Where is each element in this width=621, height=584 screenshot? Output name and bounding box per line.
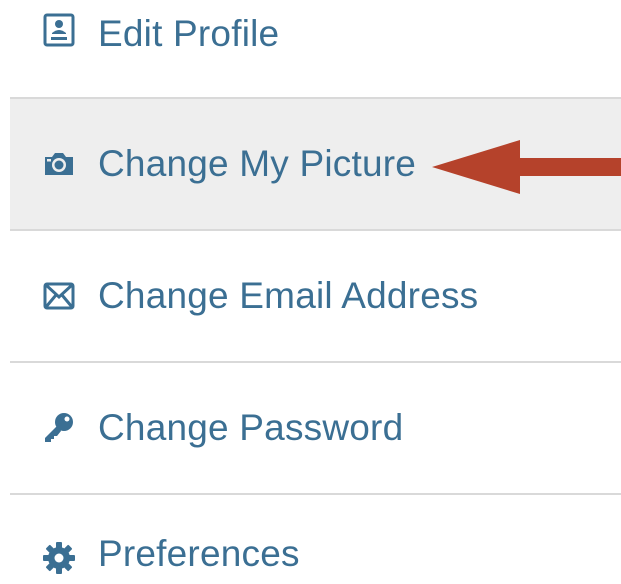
menu-item-label: Change Email Address	[98, 275, 479, 316]
account-settings-menu: Edit Profile Change My Picture Change Em…	[10, 0, 621, 581]
menu-item-change-password[interactable]: Change Password	[10, 363, 621, 495]
gear-icon	[42, 541, 76, 575]
menu-item-preferences[interactable]: Preferences	[10, 495, 621, 581]
key-icon	[42, 411, 76, 445]
menu-item-label: Preferences	[98, 533, 300, 574]
menu-item-label: Change Password	[98, 407, 404, 448]
pointer-arrow-annotation	[432, 140, 621, 194]
envelope-icon	[42, 279, 76, 313]
camera-icon	[42, 147, 76, 181]
menu-item-label: Edit Profile	[98, 13, 280, 54]
menu-item-change-email[interactable]: Change Email Address	[10, 231, 621, 363]
menu-item-label: Change My Picture	[98, 143, 417, 184]
menu-item-edit-profile[interactable]: Edit Profile	[10, 0, 621, 99]
profile-card-icon	[42, 13, 76, 47]
